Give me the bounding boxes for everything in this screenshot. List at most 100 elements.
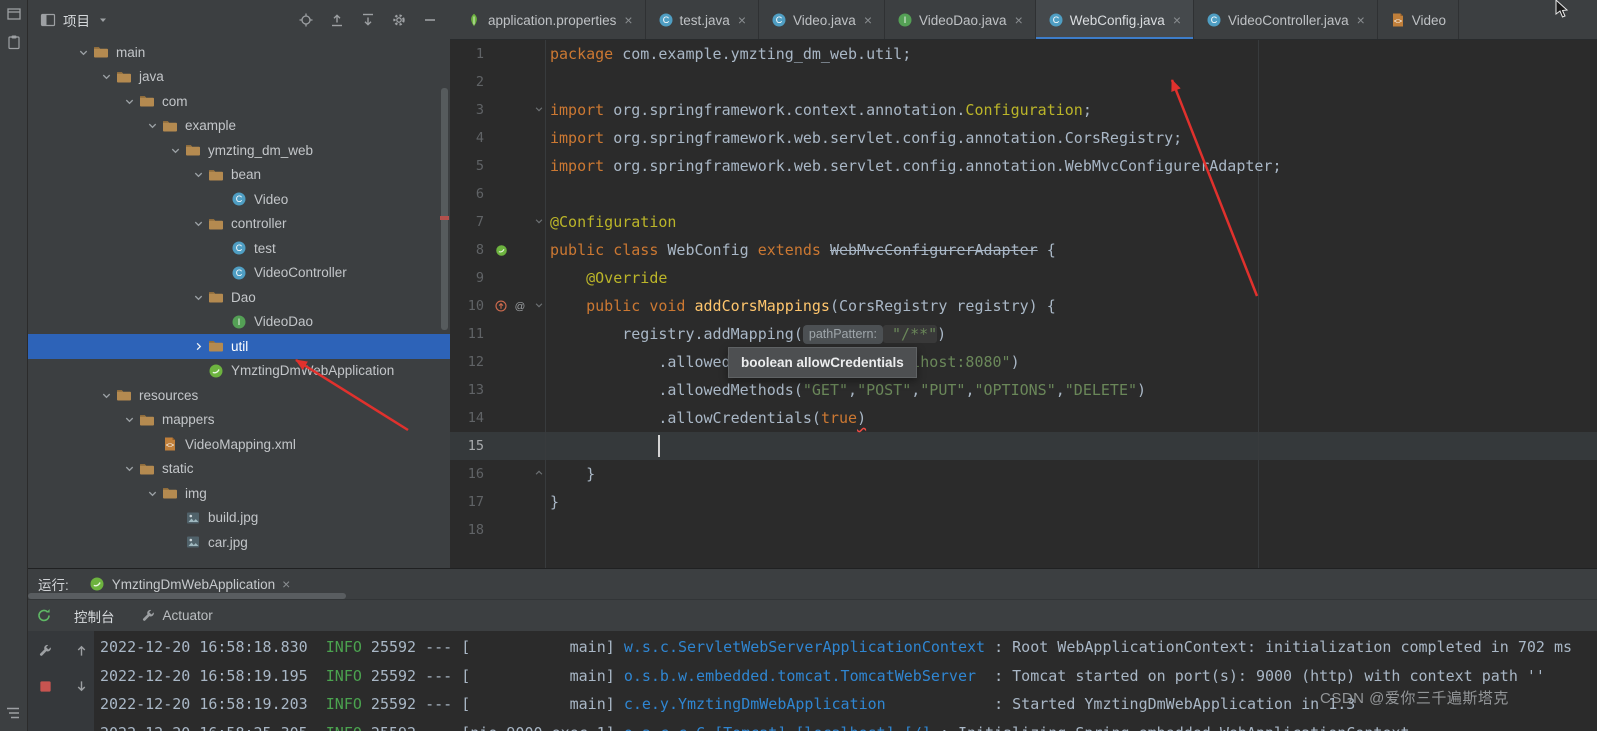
gutter-line-16[interactable]: 16	[450, 460, 545, 488]
chevron-down-icon[interactable]	[193, 292, 204, 303]
tree-item-car.jpg[interactable]: car.jpg	[28, 530, 450, 555]
tree-item-resources[interactable]: resources	[28, 383, 450, 408]
up-stack-trace-button[interactable]	[72, 641, 90, 659]
chevron-down-icon[interactable]	[101, 390, 112, 401]
gutter-line-18[interactable]: 18	[450, 516, 545, 544]
tool-window-icon[interactable]	[40, 12, 56, 28]
rerun-button[interactable]	[36, 608, 52, 624]
collapse-all-icon[interactable]	[329, 12, 345, 28]
tree-item-VideoDao[interactable]: I VideoDao	[28, 310, 450, 335]
down-stack-trace-button[interactable]	[72, 677, 90, 695]
gutter-line-17[interactable]: 17	[450, 488, 545, 516]
clipboard-icon[interactable]	[6, 34, 22, 50]
close-tab-icon[interactable]: ×	[624, 13, 632, 27]
chevron-down-icon[interactable]	[147, 120, 158, 131]
fold-marker-icon[interactable]	[534, 104, 544, 114]
chevron-right-icon[interactable]	[193, 341, 204, 352]
tree-item-build.jpg[interactable]: build.jpg	[28, 506, 450, 531]
expand-all-icon[interactable]	[360, 12, 376, 28]
editor-tab-application.properties[interactable]: application.properties ×	[454, 0, 646, 39]
tree-item-Dao[interactable]: Dao	[28, 285, 450, 310]
editor-tab-Video[interactable]: <> Video	[1378, 0, 1460, 39]
caret-down-icon[interactable]	[95, 12, 111, 28]
fold-marker-icon[interactable]	[534, 300, 544, 310]
close-tab-icon[interactable]: ×	[738, 13, 746, 27]
gutter-line-7[interactable]: 7	[450, 208, 545, 236]
tree-item-ymzting_dm_web[interactable]: ymzting_dm_web	[28, 138, 450, 163]
gutter-line-6[interactable]: 6	[450, 180, 545, 208]
chevron-down-icon[interactable]	[147, 488, 158, 499]
tree-item-bean[interactable]: bean	[28, 163, 450, 188]
tree-item-controller[interactable]: controller	[28, 212, 450, 237]
chevron-down-icon[interactable]	[78, 47, 89, 58]
fold-marker-icon[interactable]	[534, 216, 544, 226]
gutter-line-1[interactable]: 1	[450, 40, 545, 68]
chevron-down-icon[interactable]	[124, 463, 135, 474]
tree-item-VideoMapping.xml[interactable]: <> VideoMapping.xml	[28, 432, 450, 457]
tab-console[interactable]: 控制台	[70, 606, 119, 626]
editor-tab-test.java[interactable]: Ctest.java ×	[646, 0, 759, 39]
tree-item-Video[interactable]: C Video	[28, 187, 450, 212]
run-tab-scrollbar[interactable]	[28, 593, 346, 599]
tree-scrollbar[interactable]	[441, 88, 448, 330]
structure-icon[interactable]	[5, 705, 21, 721]
code-line-4: import org.springframework.web.servlet.c…	[550, 124, 1597, 152]
gutter-line-8[interactable]: 8	[450, 236, 545, 264]
gutter-line-3[interactable]: 3	[450, 96, 545, 124]
gutter-line-10[interactable]: 10 @	[450, 292, 545, 320]
tree-item-java[interactable]: java	[28, 65, 450, 90]
annotation-at-icon[interactable]: @	[512, 298, 528, 314]
chevron-down-icon[interactable]	[101, 71, 112, 82]
close-icon[interactable]: ×	[282, 576, 290, 592]
tree-item-img[interactable]: img	[28, 481, 450, 506]
tree-item-mappers[interactable]: mappers	[28, 408, 450, 433]
close-tab-icon[interactable]: ×	[1357, 13, 1365, 27]
tree-item-VideoController[interactable]: C VideoController	[28, 261, 450, 286]
edit-configuration-button[interactable]	[36, 641, 54, 659]
gutter-line-13[interactable]: 13	[450, 376, 545, 404]
chevron-down-icon[interactable]	[124, 96, 135, 107]
spring-bean-icon[interactable]	[493, 242, 509, 258]
console-output[interactable]: 2022-12-20 16:58:18.830 INFO 25592 --- […	[100, 633, 1597, 731]
close-tab-icon[interactable]: ×	[1015, 13, 1023, 27]
gutter-line-5[interactable]: 5	[450, 152, 545, 180]
override-marker-icon[interactable]	[493, 298, 509, 314]
close-tab-icon[interactable]: ×	[864, 13, 872, 27]
gutter-line-11[interactable]: 11	[450, 320, 545, 348]
tree-item-YmztingDmWebApplication[interactable]: YmztingDmWebApplication	[28, 359, 450, 384]
code-segment: ,	[848, 381, 858, 399]
editor-tab-VideoController.java[interactable]: C VideoController.java ×	[1194, 0, 1378, 39]
editor-tab-WebConfig.java[interactable]: C WebConfig.java ×	[1035, 0, 1195, 39]
gutter-line-9[interactable]: 9	[450, 264, 545, 292]
chevron-down-icon[interactable]	[124, 414, 135, 425]
tree-item-static[interactable]: static	[28, 457, 450, 482]
tree-item-main[interactable]: main	[28, 40, 450, 65]
close-tab-icon[interactable]: ×	[1173, 13, 1181, 27]
fold-marker-icon[interactable]	[534, 468, 544, 478]
settings-icon[interactable]	[391, 12, 407, 28]
tree-item-example[interactable]: example	[28, 114, 450, 139]
stop-button[interactable]	[36, 677, 54, 695]
tree-item-label: img	[185, 485, 207, 501]
hide-panel-icon[interactable]	[422, 12, 438, 28]
window-icon[interactable]	[6, 6, 22, 22]
editor-gutter[interactable]: 1 2 3 4 5 6 7 8 9 10 @11 12 13 14 15 16 17 18	[450, 40, 545, 544]
code-editor[interactable]: 1 2 3 4 5 6 7 8 9 10 @11 12 13 14 15 16 17 18 package com…	[450, 40, 1597, 568]
locate-icon[interactable]	[298, 12, 314, 28]
gutter-line-14[interactable]: 14	[450, 404, 545, 432]
editor-tab-Video.java[interactable]: C Video.java ×	[759, 0, 885, 39]
tab-actuator[interactable]: Actuator	[137, 608, 217, 624]
gutter-line-4[interactable]: 4	[450, 124, 545, 152]
chevron-down-icon[interactable]	[170, 145, 181, 156]
editor-tab-VideoDao.java[interactable]: I VideoDao.java ×	[885, 0, 1036, 39]
tree-item-test[interactable]: Ctest	[28, 236, 450, 261]
gutter-line-2[interactable]: 2	[450, 68, 545, 96]
gutter-line-15[interactable]: 15	[450, 432, 545, 460]
tree-item-com[interactable]: com	[28, 89, 450, 114]
gutter-line-12[interactable]: 12	[450, 348, 545, 376]
chevron-down-icon[interactable]	[193, 169, 204, 180]
chevron-down-icon[interactable]	[193, 218, 204, 229]
tree-item-util[interactable]: util	[28, 334, 450, 359]
run-config-tab[interactable]: YmztingDmWebApplication ×	[89, 576, 290, 592]
code-content[interactable]: package com.example.ymzting_dm_web.util;…	[550, 40, 1597, 544]
